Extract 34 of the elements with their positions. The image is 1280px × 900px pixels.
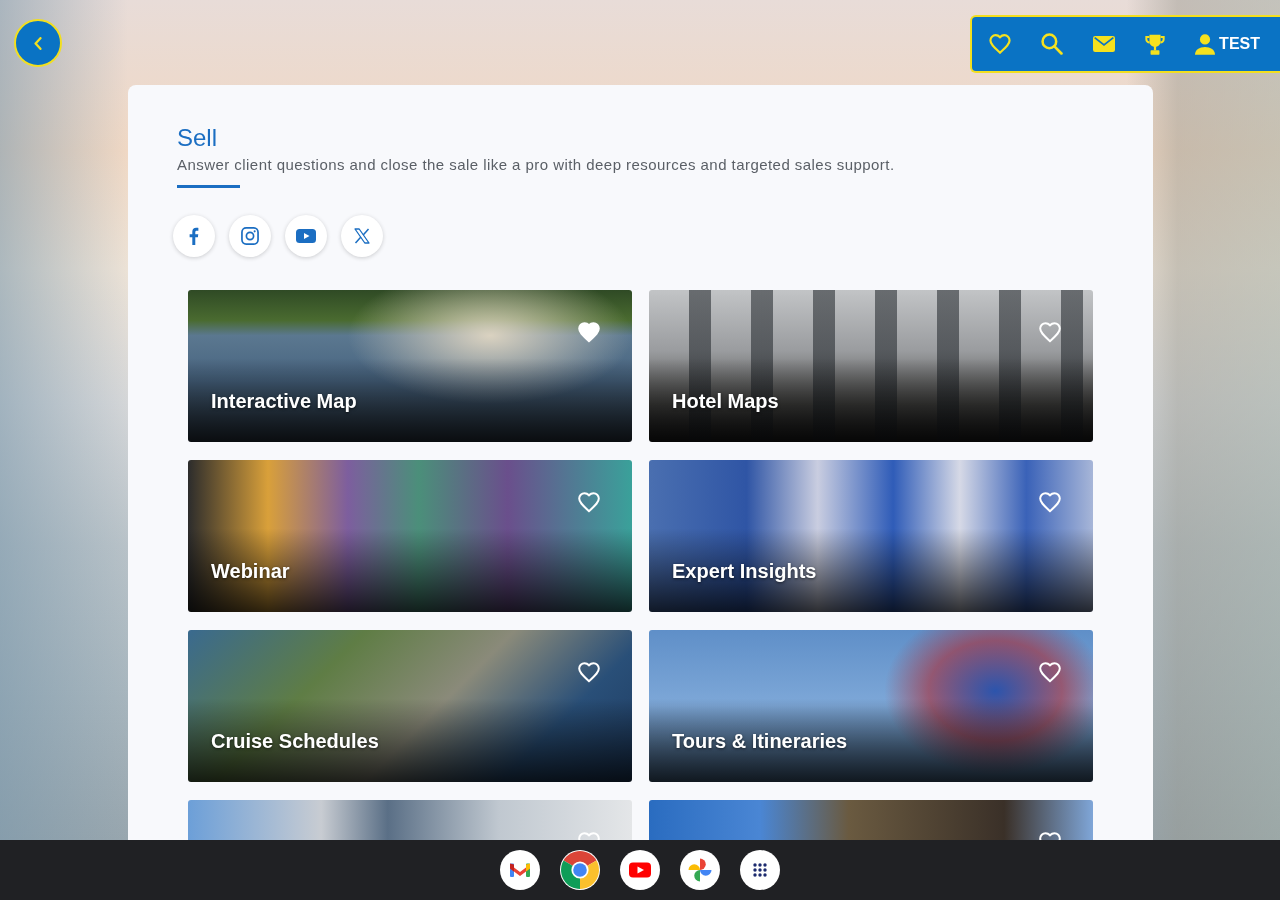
instagram-link[interactable] <box>229 215 271 257</box>
youtube-link[interactable] <box>285 215 327 257</box>
pinwheel-icon[interactable] <box>680 850 720 890</box>
user-icon <box>1195 33 1216 55</box>
section-title: Sell <box>177 124 219 152</box>
launcher-icon[interactable] <box>740 850 780 890</box>
resource-tile[interactable]: Interactive Map <box>188 290 632 442</box>
account-button[interactable]: TEST <box>1195 33 1260 55</box>
tile-title: Tours & Itineraries <box>672 729 848 753</box>
chrome-icon[interactable] <box>560 850 600 890</box>
tile-title: Webinar <box>211 559 290 583</box>
tile-title: Expert Insights <box>672 559 817 583</box>
youtube-icon <box>296 229 316 243</box>
x-link[interactable] <box>341 215 383 257</box>
facebook-link[interactable] <box>173 215 215 257</box>
tile-title: Interactive Map <box>211 389 357 413</box>
resource-tile[interactable]: Tours & Itineraries <box>649 630 1093 782</box>
heart-icon[interactable] <box>989 34 1012 54</box>
section-subtitle: Answer client questions and close the sale like a pro with deep resources and targeted sales support. <box>177 156 896 174</box>
chevron-left-icon <box>34 36 42 50</box>
instagram-icon <box>241 227 259 245</box>
resource-tile[interactable]: Expert Insights <box>649 460 1093 612</box>
search-icon[interactable] <box>1041 33 1064 55</box>
x-logo-icon <box>354 228 370 244</box>
tile-title: Cruise Schedules <box>211 729 379 753</box>
tile-title: Hotel Maps <box>672 389 779 413</box>
trophy-icon[interactable] <box>1145 33 1166 55</box>
youtube-app-icon[interactable] <box>620 850 660 890</box>
facebook-icon <box>189 227 199 245</box>
mail-icon[interactable] <box>1093 36 1116 52</box>
resource-tile[interactable]: Hotel Maps <box>649 290 1093 442</box>
resource-tile[interactable]: Webinar <box>188 460 632 612</box>
gmail-icon[interactable] <box>500 850 540 890</box>
resource-tile[interactable]: Cruise Schedules <box>188 630 632 782</box>
